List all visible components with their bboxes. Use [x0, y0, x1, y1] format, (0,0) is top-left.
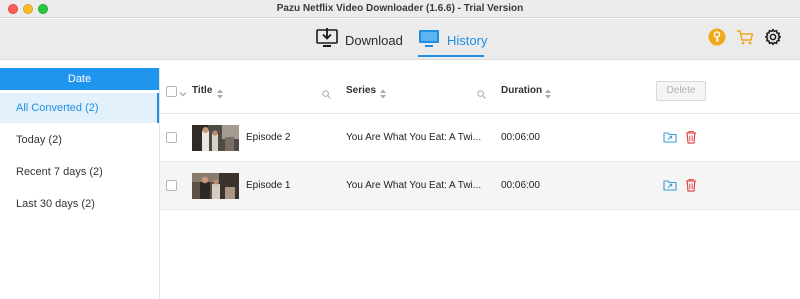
sort-title-icon[interactable]	[217, 86, 223, 99]
select-all-checkbox[interactable]	[166, 86, 177, 97]
search-title-icon[interactable]	[322, 86, 331, 104]
row-checkbox[interactable]	[166, 180, 177, 191]
select-menu-chevron-icon[interactable]	[179, 85, 187, 103]
sidebar-item-last-30-days[interactable]: Last 30 days (2)	[0, 189, 159, 219]
open-folder-icon[interactable]	[663, 130, 677, 144]
sidebar-header: Date	[0, 68, 159, 90]
sort-series-icon[interactable]	[380, 86, 386, 99]
table-header: Title Series Duration Delete	[160, 68, 800, 114]
row-series: You Are What You Eat: A Twi...	[346, 132, 482, 143]
delete-icon[interactable]	[684, 178, 698, 192]
video-thumbnail	[192, 173, 239, 199]
sidebar: Date All Converted (2) Today (2) Recent …	[0, 68, 160, 299]
monitor-icon	[418, 28, 440, 53]
tab-download-label: Download	[345, 32, 403, 48]
row-checkbox[interactable]	[166, 132, 177, 143]
table-row[interactable]: Episode 1 You Are What You Eat: A Twi...…	[160, 162, 800, 210]
history-table: Title Series Duration Delete Episode 2 Y…	[160, 68, 800, 299]
sidebar-item-today[interactable]: Today (2)	[0, 125, 159, 155]
register-key-button[interactable]	[707, 28, 727, 51]
tab-download[interactable]: Download	[316, 27, 403, 53]
toolbar: Download History	[0, 19, 800, 60]
window-title: Pazu Netflix Video Downloader (1.6.6) - …	[276, 3, 524, 14]
open-folder-icon[interactable]	[663, 178, 677, 192]
settings-button[interactable]	[763, 28, 783, 51]
tab-history[interactable]: History	[418, 27, 487, 53]
row-series: You Are What You Eat: A Twi...	[346, 180, 482, 191]
row-title: Episode 1	[246, 180, 291, 191]
column-series-header[interactable]: Series	[346, 85, 376, 96]
title-bar: Pazu Netflix Video Downloader (1.6.6) - …	[0, 0, 800, 18]
gear-icon	[764, 28, 782, 51]
sidebar-item-recent-7-days[interactable]: Recent 7 days (2)	[0, 157, 159, 187]
active-tab-indicator	[418, 55, 484, 57]
download-monitor-icon	[316, 27, 338, 53]
row-duration: 00:06:00	[501, 132, 540, 143]
sidebar-item-all-converted[interactable]: All Converted (2)	[0, 93, 159, 123]
row-duration: 00:06:00	[501, 180, 540, 191]
delete-button[interactable]: Delete	[656, 81, 706, 101]
video-thumbnail	[192, 125, 239, 151]
row-title: Episode 2	[246, 132, 291, 143]
purchase-cart-button[interactable]	[735, 29, 755, 49]
search-series-icon[interactable]	[477, 86, 486, 104]
column-title-header[interactable]: Title	[192, 85, 212, 96]
key-icon	[708, 28, 726, 51]
column-duration-header[interactable]: Duration	[501, 85, 542, 96]
cart-icon	[736, 28, 754, 51]
table-row[interactable]: Episode 2 You Are What You Eat: A Twi...…	[160, 114, 800, 162]
sort-duration-icon[interactable]	[545, 86, 551, 99]
delete-icon[interactable]	[684, 130, 698, 144]
tab-history-label: History	[447, 32, 488, 48]
